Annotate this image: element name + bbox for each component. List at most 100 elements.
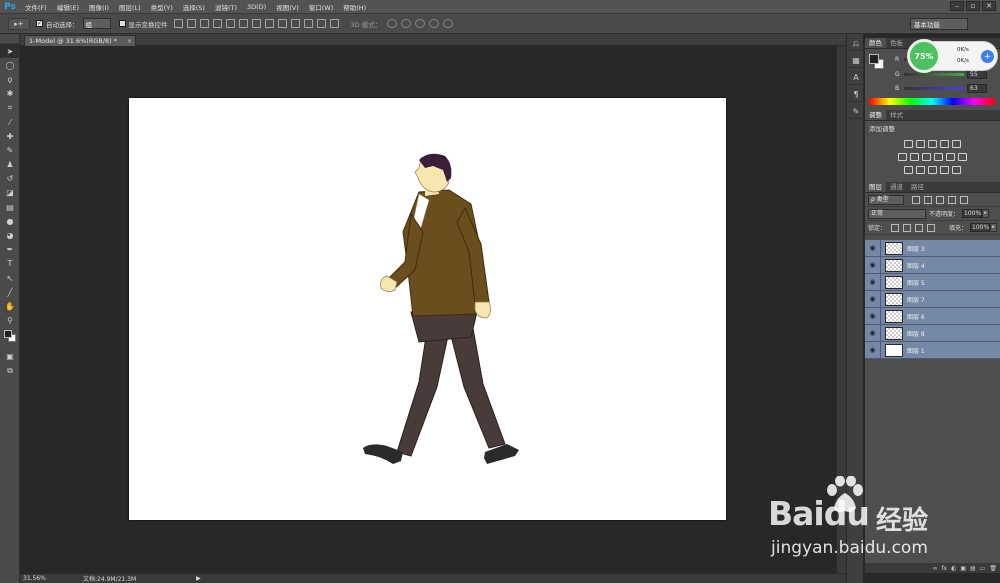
brightness-icon[interactable] xyxy=(904,140,913,148)
distribute-right-icon[interactable] xyxy=(316,19,326,28)
layer-name[interactable]: 图层 6 xyxy=(907,312,925,321)
new-group-icon[interactable]: ▤ xyxy=(970,565,976,572)
fill-spinner-icon[interactable]: ▸ xyxy=(990,223,998,232)
filter-pixel-icon[interactable] xyxy=(912,195,920,204)
menu-3d[interactable]: 3D(D) xyxy=(242,3,271,11)
visibility-eye-icon[interactable]: ◉ xyxy=(865,274,881,290)
filter-type-icon[interactable] xyxy=(936,195,944,204)
menu-help[interactable]: 帮助(H) xyxy=(338,2,371,12)
network-speed-widget[interactable]: 75% 0K/s 0K/s + xyxy=(907,39,998,73)
restore-button[interactable]: ▫ xyxy=(966,1,980,11)
screen-mode-icon[interactable]: ⧉ xyxy=(0,364,20,378)
auto-select-dropdown[interactable]: 组 xyxy=(82,18,111,29)
close-button[interactable]: ✕ xyxy=(982,1,996,11)
menu-window[interactable]: 窗口(W) xyxy=(304,2,339,12)
color-lookup-icon[interactable] xyxy=(958,153,967,161)
filter-shape-icon[interactable] xyxy=(948,195,956,204)
layer-row[interactable]: ◉ 图层 3 xyxy=(865,240,1000,257)
distribute-hcenter-icon[interactable] xyxy=(303,19,313,28)
auto-select-checkbox[interactable]: ✓ xyxy=(36,20,43,27)
color-swatches[interactable] xyxy=(0,328,20,350)
slider-b-value[interactable]: 63 xyxy=(967,83,987,93)
menu-edit[interactable]: 编辑(E) xyxy=(52,2,84,12)
dodge-tool-icon[interactable]: ◕ xyxy=(0,228,20,242)
align-bottom-icon[interactable] xyxy=(199,19,209,28)
photo-filter-icon[interactable] xyxy=(934,153,943,161)
tab-color[interactable]: 颜色 xyxy=(865,38,886,48)
visibility-eye-icon[interactable]: ◉ xyxy=(865,342,881,358)
color-spectrum[interactable] xyxy=(869,98,995,105)
slider-b-bar[interactable] xyxy=(904,86,964,90)
history-panel-icon[interactable]: ⎌ xyxy=(848,37,864,51)
move-tool-preset-icon[interactable]: ▸+ xyxy=(8,17,30,30)
invert-icon[interactable] xyxy=(904,166,913,174)
marquee-tool-icon[interactable]: ◯ xyxy=(0,58,20,72)
layer-name[interactable]: 图层 1 xyxy=(907,346,925,355)
eraser-tool-icon[interactable]: ◪ xyxy=(0,186,20,200)
distribute-bottom-icon[interactable] xyxy=(277,19,287,28)
layer-row[interactable]: ◉ 图层 1 xyxy=(865,342,1000,359)
menu-view[interactable]: 视图(V) xyxy=(271,2,304,12)
toolbox-grip[interactable] xyxy=(0,34,19,44)
tab-swatches[interactable]: 色板 xyxy=(886,38,907,48)
layer-name[interactable]: 图层 3 xyxy=(907,244,925,253)
align-left-icon[interactable] xyxy=(212,19,222,28)
lock-all-icon[interactable] xyxy=(927,223,936,232)
levels-icon[interactable] xyxy=(916,140,925,148)
healing-brush-tool-icon[interactable]: ✚ xyxy=(0,129,20,143)
layer-filter-dropdown[interactable]: ρ 类型 xyxy=(868,194,904,205)
foreground-color-swatch[interactable] xyxy=(4,329,12,338)
layer-name[interactable]: 图层 7 xyxy=(907,295,925,304)
hand-tool-icon[interactable]: ✋ xyxy=(0,299,20,313)
close-tab-icon[interactable]: × xyxy=(127,38,132,45)
exposure-icon[interactable] xyxy=(940,140,949,148)
line-tool-icon[interactable]: ╱ xyxy=(0,285,20,299)
black-white-icon[interactable] xyxy=(922,153,931,161)
drag-3d-icon[interactable] xyxy=(415,19,426,28)
align-vcenter-icon[interactable] xyxy=(186,19,196,28)
menu-layer[interactable]: 图层(L) xyxy=(114,2,146,12)
document-tab[interactable]: 1-Model @ 31.6%(RGB/8) * × xyxy=(24,35,136,46)
plus-icon[interactable]: + xyxy=(981,50,994,63)
menu-file[interactable]: 文件(F) xyxy=(20,2,52,12)
auto-align-icon[interactable] xyxy=(329,19,339,28)
zoom-level[interactable]: 31.56% xyxy=(23,575,49,582)
quick-mask-icon[interactable]: ▣ xyxy=(0,350,20,364)
zoom-tool-icon[interactable]: ⚲ xyxy=(0,314,20,328)
vibrance-icon[interactable] xyxy=(952,140,961,148)
layer-row[interactable]: ◉ 图层 8 xyxy=(865,325,1000,342)
type-tool-icon[interactable]: T xyxy=(0,257,20,271)
selective-color-icon[interactable] xyxy=(952,166,961,174)
hue-saturation-icon[interactable] xyxy=(898,153,907,161)
eyedropper-tool-icon[interactable]: ⁄ xyxy=(0,115,20,129)
layer-row[interactable]: ◉ 图层 5 xyxy=(865,274,1000,291)
align-hcenter-icon[interactable] xyxy=(225,19,235,28)
pen-tool-icon[interactable]: ✒ xyxy=(0,243,20,257)
threshold-icon[interactable] xyxy=(928,166,937,174)
move-tool-icon[interactable]: ➤ xyxy=(0,44,20,59)
roll-3d-icon[interactable] xyxy=(401,19,412,28)
layer-name[interactable]: 图层 5 xyxy=(907,278,925,287)
delete-layer-icon[interactable]: 🗑 xyxy=(989,565,997,572)
tab-channels[interactable]: 通道 xyxy=(886,182,907,192)
crop-tool-icon[interactable]: ⌗ xyxy=(0,101,20,115)
curves-icon[interactable] xyxy=(928,140,937,148)
rotate-3d-icon[interactable] xyxy=(387,19,398,28)
scale-3d-icon[interactable] xyxy=(443,19,454,28)
align-top-icon[interactable] xyxy=(173,19,183,28)
color-panel-foreground-swatch[interactable] xyxy=(869,54,879,64)
layer-row[interactable]: ◉ 图层 6 xyxy=(865,308,1000,325)
align-right-icon[interactable] xyxy=(238,19,248,28)
brush-tool-icon[interactable]: ✎ xyxy=(0,143,20,157)
path-select-tool-icon[interactable]: ↖ xyxy=(0,271,20,285)
filter-adjustment-icon[interactable] xyxy=(924,195,932,204)
character-panel-icon[interactable]: A xyxy=(848,71,864,85)
menu-select[interactable]: 选择(S) xyxy=(178,2,210,12)
gradient-map-icon[interactable] xyxy=(940,166,949,174)
brush-panel-icon[interactable]: ✎ xyxy=(848,105,864,119)
menu-filter[interactable]: 滤镜(T) xyxy=(210,2,242,12)
blur-tool-icon[interactable]: ● xyxy=(0,214,20,228)
walking-man-figure[interactable] xyxy=(359,152,529,472)
workspace-dropdown[interactable]: 基本功能 xyxy=(910,18,968,30)
layer-row[interactable]: ◉ 图层 4 xyxy=(865,257,1000,274)
